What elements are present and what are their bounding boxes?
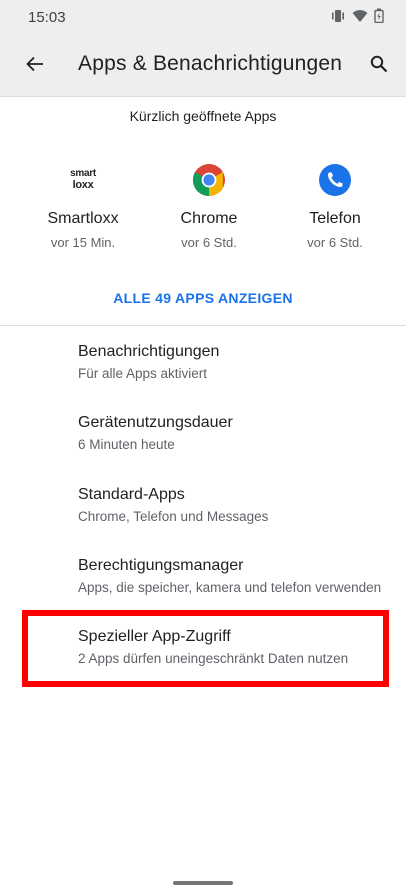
phone-icon	[317, 162, 353, 198]
battery-icon	[374, 8, 384, 28]
chrome-icon	[191, 162, 227, 198]
highlight-box	[22, 610, 389, 687]
recent-app-name: Smartloxx	[47, 210, 119, 227]
recent-apps-header: Kürzlich geöffnete Apps	[129, 108, 277, 124]
vibrate-icon	[330, 9, 346, 28]
app-bar: Apps & Benachrichtigungen	[0, 36, 406, 96]
recent-app-time: vor 15 Min.	[50, 235, 116, 250]
settings-item-default-apps[interactable]: Standard-Apps Chrome, Telefon und Messag…	[78, 486, 398, 524]
item-title: Berechtigungsmanager	[78, 557, 244, 574]
recent-app-time: vor 6 Std.	[181, 235, 237, 250]
back-button[interactable]	[20, 52, 50, 80]
page-title: Apps & Benachrichtigungen	[78, 52, 343, 75]
search-button[interactable]	[364, 51, 394, 81]
item-title: Gerätenutzungsdauer	[78, 414, 233, 431]
item-subtitle: Apps, die speicher, kamera und telefon v…	[78, 580, 382, 595]
recent-app-time: vor 6 Std.	[307, 235, 363, 250]
item-title: Standard-Apps	[78, 486, 185, 503]
status-bar: 15:03	[0, 0, 406, 36]
recent-app-name: Chrome	[180, 210, 238, 227]
settings-item-permission-manager[interactable]: Berechtigungsmanager Apps, die speicher,…	[78, 557, 398, 595]
recent-app-telefon[interactable]: Telefon vor 6 Std.	[280, 162, 390, 250]
settings-item-screen-time[interactable]: Gerätenutzungsdauer 6 Minuten heute	[78, 414, 398, 452]
recent-app-smartloxx[interactable]: smart loxx Smartloxx vor 15 Min.	[28, 162, 138, 251]
gesture-nav-handle[interactable]	[173, 881, 233, 885]
search-icon	[370, 55, 388, 78]
status-time: 15:03	[28, 9, 66, 26]
recent-app-chrome[interactable]: Chrome vor 6 Std.	[154, 162, 264, 250]
smartloxx-logo: smart loxx	[65, 162, 101, 198]
see-all-apps-button[interactable]: ALLE 49 APPS ANZEIGEN	[0, 290, 406, 306]
status-icons	[330, 8, 384, 28]
divider	[0, 325, 406, 326]
smartloxx-logo-line2: loxx	[72, 179, 94, 191]
recent-app-name: Telefon	[309, 210, 361, 227]
item-subtitle: Für alle Apps aktiviert	[78, 366, 208, 381]
item-title: Benachrichtigungen	[78, 343, 220, 360]
divider	[0, 96, 406, 97]
arrow-back-icon	[26, 56, 44, 77]
item-subtitle: 6 Minuten heute	[78, 437, 175, 452]
item-subtitle: Chrome, Telefon und Messages	[78, 509, 269, 524]
settings-item-notifications[interactable]: Benachrichtigungen Für alle Apps aktivie…	[78, 343, 398, 381]
wifi-icon	[352, 9, 368, 28]
smartloxx-logo-line1: smart	[70, 168, 96, 179]
